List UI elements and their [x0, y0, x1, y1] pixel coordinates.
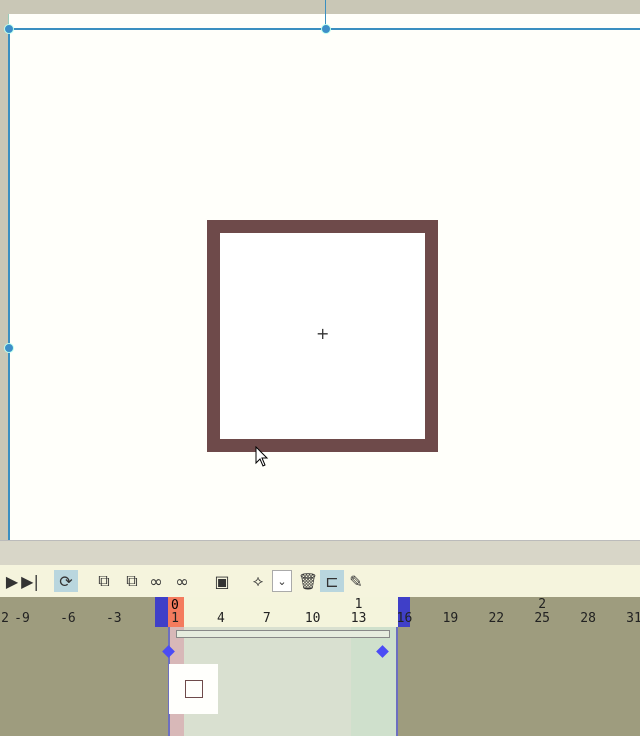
frame-label: 13 [350, 611, 367, 626]
thumbnail-square [185, 680, 203, 698]
second-label: 2 [538, 597, 547, 612]
new-cel-button[interactable]: ⧉ [92, 570, 116, 592]
frame-label: 2 [1, 611, 9, 626]
resize-handle-top-left[interactable] [4, 24, 14, 34]
link-cel-button[interactable]: ∞ [144, 570, 168, 592]
go-to-end-button[interactable]: ▶| [18, 570, 42, 592]
frame-label: 19 [442, 611, 459, 626]
resize-handle-left[interactable] [4, 343, 14, 353]
cel-bar[interactable] [176, 630, 390, 638]
loop-button[interactable]: ⟳ [54, 570, 78, 592]
frame-label: 1 [171, 611, 179, 626]
frame-label: -3 [105, 611, 122, 626]
unlink-cel-button[interactable]: ∞ [170, 570, 194, 592]
frame-label: 16 [396, 611, 413, 626]
new-layer-cel-button[interactable]: ⧉ [120, 570, 144, 592]
mouse-cursor-icon [255, 446, 269, 467]
frame-label: -9 [14, 611, 30, 626]
center-crosshair-icon: + [316, 324, 330, 343]
delete-keyframe-button[interactable]: 🗑 [296, 570, 320, 592]
frame-label: -6 [60, 611, 76, 626]
timeline-toolbar: ▶ ▶| ⟳ ⧉ ⧉ ∞ ∞ ▣ ⟡ 🗑 ⊏ ✎ ⌄ [0, 565, 640, 597]
ruler-play-range [182, 597, 399, 627]
frame-label: 25 [534, 611, 551, 626]
start-range-marker[interactable] [155, 597, 168, 627]
onion-skin-button[interactable]: ▣ [210, 570, 234, 592]
frame-highlight [351, 627, 396, 736]
frame-label: 4 [216, 611, 225, 626]
edit-pen-button[interactable]: ✎ [344, 570, 368, 592]
frame-label: 31 [626, 611, 640, 626]
layer-thumbnail[interactable] [169, 664, 218, 714]
frame-label: 10 [304, 611, 321, 626]
path-dropdown-chevron-icon[interactable]: ⌄ [272, 570, 292, 592]
selection-left-edge [8, 28, 10, 540]
frame-label: 28 [580, 611, 596, 626]
frame-label: 7 [262, 611, 271, 626]
keyframe-mode-button[interactable]: ⊏ [320, 570, 344, 592]
panel-divider[interactable] [0, 540, 640, 565]
transform-path-button[interactable]: ⟡ [246, 570, 270, 592]
frame-label: 22 [488, 611, 505, 626]
second-label: 1 [354, 597, 363, 612]
resize-handle-top[interactable] [321, 24, 331, 34]
